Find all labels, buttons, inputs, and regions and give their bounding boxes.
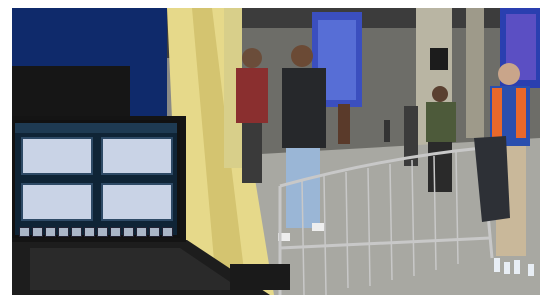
camera-thumbnail[interactable]	[101, 183, 173, 221]
camera-thumbnail[interactable]	[101, 137, 173, 175]
wall-sign	[430, 48, 448, 70]
strip-thumbnail[interactable]	[123, 227, 134, 237]
app-toolbar	[15, 123, 177, 133]
power-adapter	[230, 264, 290, 290]
strip-thumbnail[interactable]	[71, 227, 82, 237]
strip-thumbnail[interactable]	[97, 227, 108, 237]
strip-thumbnail[interactable]	[58, 227, 69, 237]
strip-thumbnail[interactable]	[32, 227, 43, 237]
laptop-screen	[12, 120, 180, 238]
thumbnail-strip	[19, 227, 179, 237]
strip-thumbnail[interactable]	[45, 227, 56, 237]
camera-thumbnail[interactable]	[21, 137, 93, 175]
strip-thumbnail[interactable]	[149, 227, 160, 237]
strip-thumbnail[interactable]	[162, 227, 173, 237]
pillar-right	[466, 8, 484, 138]
camera-thumbnail-grid	[21, 137, 177, 227]
strip-thumbnail[interactable]	[84, 227, 95, 237]
strip-thumbnail[interactable]	[136, 227, 147, 237]
strip-thumbnail[interactable]	[110, 227, 121, 237]
camera-thumbnail[interactable]	[21, 183, 93, 221]
photo-frame	[12, 8, 540, 295]
strip-thumbnail[interactable]	[19, 227, 30, 237]
